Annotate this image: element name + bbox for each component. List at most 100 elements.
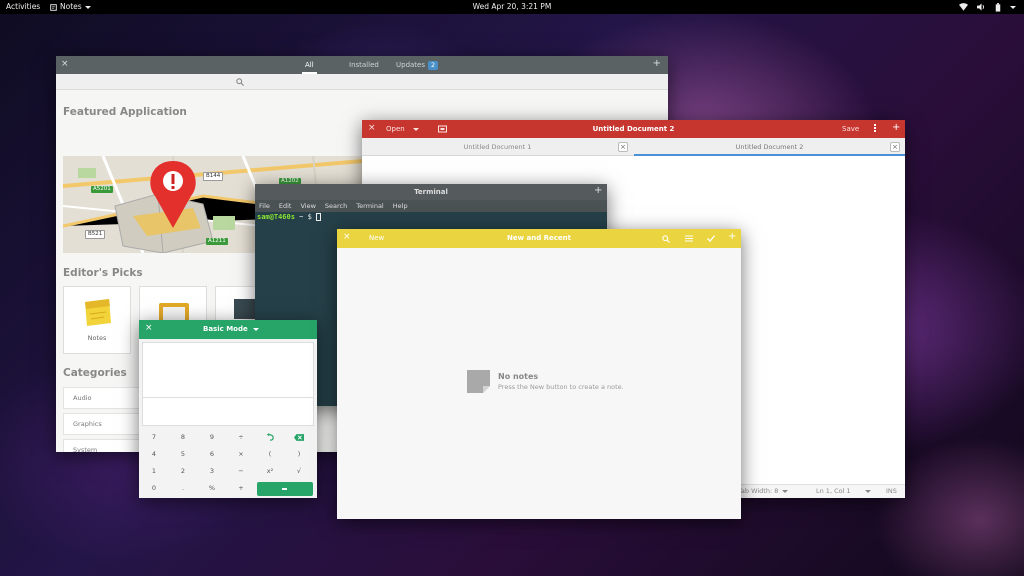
tab-updates[interactable]: Updates 2 xyxy=(396,56,439,74)
window-title: Terminal xyxy=(414,188,448,196)
tab-label: Untitled Document 2 xyxy=(735,143,804,151)
key-6[interactable]: 6 xyxy=(198,447,226,461)
prompt-user: sam@T460s xyxy=(257,213,295,221)
tab-width-selector[interactable]: Tab Width: 8 xyxy=(738,485,789,498)
close-tab-icon[interactable]: × xyxy=(890,142,900,152)
top-bar: Activities Notes Wed Apr 20, 3:21 PM xyxy=(0,0,1024,14)
window-title: Untitled Document 2 xyxy=(592,125,675,133)
notes-header-bar: × New New and Recent + xyxy=(337,229,741,248)
add-icon[interactable]: + xyxy=(892,122,900,133)
chevron-down-icon xyxy=(252,328,259,331)
undo-icon[interactable] xyxy=(256,430,284,444)
equals-button[interactable] xyxy=(257,482,313,496)
notes-app-icon xyxy=(50,3,57,11)
power-menu-icon xyxy=(1010,5,1016,9)
key-square[interactable]: x² xyxy=(256,464,284,478)
key-open-paren[interactable]: ( xyxy=(256,447,284,461)
menu-icon[interactable] xyxy=(872,123,878,133)
clock[interactable]: Wed Apr 20, 3:21 PM xyxy=(0,0,1024,14)
tab-untitled-document-1[interactable]: Untitled Document 1 × xyxy=(362,138,633,156)
chevron-down-icon xyxy=(84,5,91,9)
key-0[interactable]: 0 xyxy=(140,481,168,495)
cursor xyxy=(316,213,322,221)
empty-state: No notes Press the New button to create … xyxy=(467,370,687,400)
menu-bar: File Edit View Search Terminal Help xyxy=(255,200,607,212)
search-icon[interactable] xyxy=(662,235,670,243)
mode-selector[interactable]: Basic Mode xyxy=(203,320,259,339)
menu-search[interactable]: Search xyxy=(325,200,347,212)
chevron-down-icon[interactable] xyxy=(865,490,871,493)
backspace-icon[interactable] xyxy=(285,430,313,444)
volume-icon xyxy=(977,3,984,11)
add-icon[interactable]: + xyxy=(653,58,661,69)
tab-label: Untitled Document 1 xyxy=(463,143,532,151)
prompt-path: ~ $ xyxy=(294,213,317,221)
search-bar[interactable] xyxy=(56,74,668,90)
road-label: A1211 xyxy=(206,238,228,245)
save-button[interactable]: Save xyxy=(842,120,859,138)
menu-edit[interactable]: Edit xyxy=(279,200,292,212)
pick-card-label: Notes xyxy=(87,334,107,342)
key-7[interactable]: 7 xyxy=(140,430,168,444)
equals-icon xyxy=(282,488,287,490)
pick-card-notes[interactable]: Notes xyxy=(63,286,131,354)
categories-heading: Categories xyxy=(63,367,127,379)
check-icon[interactable] xyxy=(707,235,715,242)
tab-updates-label: Updates xyxy=(396,61,425,69)
menu-terminal[interactable]: Terminal xyxy=(356,200,383,212)
road-label: B144 xyxy=(203,172,224,181)
activities-button[interactable]: Activities xyxy=(6,0,40,14)
key-add[interactable]: + xyxy=(227,481,255,495)
calculator-header-bar: × Basic Mode xyxy=(139,320,317,339)
tab-installed[interactable]: Installed xyxy=(349,56,379,74)
terminal-header-bar: Terminal + xyxy=(255,184,607,200)
road-label: A5201 xyxy=(91,186,113,193)
window-title: New and Recent xyxy=(506,234,572,242)
key-subtract[interactable]: − xyxy=(227,464,255,478)
notes-app-icon xyxy=(85,299,111,326)
key-close-paren[interactable]: ) xyxy=(285,447,313,461)
close-icon[interactable]: × xyxy=(145,323,153,333)
key-percent[interactable]: % xyxy=(198,481,226,495)
key-multiply[interactable]: × xyxy=(227,447,255,461)
tab-all[interactable]: All xyxy=(302,56,317,74)
key-5[interactable]: 5 xyxy=(169,447,197,461)
updates-count-badge: 2 xyxy=(428,61,439,70)
close-icon[interactable]: × xyxy=(61,59,69,69)
wifi-icon xyxy=(959,3,968,11)
battery-icon xyxy=(995,2,1001,12)
empty-state-title: No notes xyxy=(498,372,539,381)
editors-picks-heading: Editor's Picks xyxy=(63,267,143,279)
system-tray[interactable] xyxy=(959,0,1016,14)
close-tab-icon[interactable]: × xyxy=(618,142,628,152)
key-4[interactable]: 4 xyxy=(140,447,168,461)
list-view-icon[interactable] xyxy=(685,235,693,242)
key-decimal[interactable]: . xyxy=(169,481,197,495)
tab-untitled-document-2[interactable]: Untitled Document 2 × xyxy=(634,138,905,156)
empty-state-hint: Press the New button to create a note. xyxy=(498,383,624,391)
chevron-down-icon xyxy=(782,490,789,493)
app-menu-label: Notes xyxy=(60,2,82,11)
key-3[interactable]: 3 xyxy=(198,464,226,478)
key-9[interactable]: 9 xyxy=(198,430,226,444)
mode-label: Basic Mode xyxy=(203,325,248,333)
text-editor-header-bar: × Open Untitled Document 2 Save + xyxy=(362,120,905,138)
menu-file[interactable]: File xyxy=(259,200,270,212)
key-8[interactable]: 8 xyxy=(169,430,197,444)
menu-view[interactable]: View xyxy=(300,200,315,212)
calculator-window: × Basic Mode 7 8 9 ÷ 4 5 6 × ( ) 1 2 3 −… xyxy=(139,320,317,498)
app-menu[interactable]: Notes xyxy=(50,0,91,14)
add-icon[interactable]: + xyxy=(728,231,736,242)
calculator-input[interactable] xyxy=(142,398,314,426)
document-tabs: Untitled Document 1 × Untitled Document … xyxy=(362,138,905,156)
key-square-root[interactable]: √ xyxy=(285,464,313,478)
key-1[interactable]: 1 xyxy=(140,464,168,478)
key-2[interactable]: 2 xyxy=(169,464,197,478)
calculator-display[interactable] xyxy=(142,342,314,398)
add-icon[interactable]: + xyxy=(594,185,602,196)
insert-mode: INS xyxy=(886,487,897,495)
key-divide[interactable]: ÷ xyxy=(227,430,255,444)
menu-help[interactable]: Help xyxy=(393,200,408,212)
notes-window: × New New and Recent + No notes Press th… xyxy=(337,229,741,519)
search-icon xyxy=(236,78,244,86)
